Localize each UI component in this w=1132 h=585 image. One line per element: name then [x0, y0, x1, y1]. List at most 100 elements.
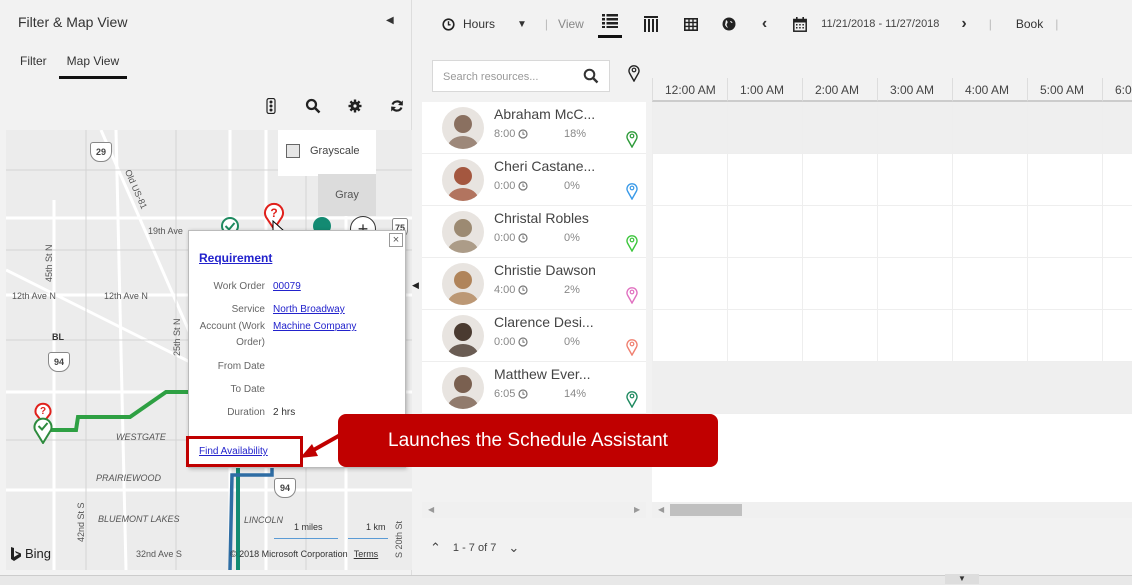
- schedule-row[interactable]: [652, 102, 1132, 154]
- resource-utilization: 2%: [564, 284, 580, 296]
- schedule-row[interactable]: [652, 258, 1132, 310]
- find-availability-link[interactable]: Find Availability: [199, 446, 268, 457]
- calendar-icon: [793, 16, 808, 32]
- view-list-button[interactable]: [597, 0, 622, 48]
- map-style-grayscale[interactable]: Grayscale: [286, 144, 360, 158]
- page-down-icon[interactable]: ⌄: [508, 540, 519, 556]
- scroll-left-icon[interactable]: ◀: [428, 505, 434, 514]
- interstate-shield: 94: [274, 478, 296, 498]
- map-label: PRAIRIEWOOD: [96, 473, 162, 483]
- bing-logo: Bing: [10, 546, 51, 561]
- map-label: LINCOLN: [244, 515, 284, 525]
- close-popup-button[interactable]: ×: [389, 233, 403, 247]
- panel-title: Filter & Map View: [18, 14, 128, 30]
- resource-row[interactable]: Abraham McC... 8:00 18%: [422, 102, 646, 154]
- work-order-link[interactable]: 00079: [273, 279, 301, 295]
- find-availability-highlight: Find Availability: [186, 436, 303, 467]
- schedule-row[interactable]: [652, 362, 1132, 414]
- callout-text: Launches the Schedule Assistant: [388, 429, 668, 451]
- schedule-grid: 12:00 AM 1:00 AM 2:00 AM 3:00 AM 4:00 AM 5:00…: [652, 52, 1132, 502]
- date-range[interactable]: 11/21/2018 - 11/27/2018: [821, 18, 939, 30]
- refresh-icon[interactable]: [376, 96, 418, 116]
- vertical-view-icon: [643, 16, 658, 32]
- divider: |: [988, 17, 992, 31]
- map-pin-icon[interactable]: [626, 234, 638, 257]
- traffic-icon[interactable]: [250, 96, 292, 116]
- field-label: To Date: [230, 384, 265, 395]
- tab-filter[interactable]: Filter: [20, 54, 47, 79]
- map-toolbar: [250, 96, 418, 116]
- calendar-button[interactable]: [793, 0, 808, 48]
- scale-bar-miles: [274, 538, 338, 539]
- schedule-row[interactable]: [652, 206, 1132, 258]
- chevron-right-icon: ›: [961, 15, 967, 32]
- scroll-left-icon[interactable]: ◀: [658, 505, 664, 514]
- popup-field-from-date: From Date: [189, 359, 407, 375]
- resource-row[interactable]: Christie Dawson 4:00 2%: [422, 258, 646, 310]
- resource-row[interactable]: Christal Robles 0:00 0%: [422, 206, 646, 258]
- map-style-gray-button[interactable]: Gray: [318, 174, 376, 216]
- page-up-icon[interactable]: ⌃: [430, 540, 441, 556]
- gear-icon[interactable]: [334, 96, 376, 116]
- globe-icon: [722, 17, 736, 31]
- map-pin-icon[interactable]: [626, 390, 638, 413]
- avatar: [442, 159, 484, 201]
- avatar: [442, 107, 484, 149]
- clock-icon: [518, 285, 529, 295]
- tab-map-view[interactable]: Map View: [58, 54, 128, 79]
- field-label: Service: [231, 304, 265, 315]
- map-pin-icon[interactable]: [626, 182, 638, 205]
- schedule-board: Hours ▼ | View ‹ 11/21/2018 - 11/27/2018…: [420, 0, 1132, 575]
- clock-icon: [518, 181, 529, 191]
- resource-list: Abraham McC... 8:00 18% Cheri Castane... 0:0…: [422, 102, 646, 414]
- time-header: 12:00 AM: [652, 78, 727, 102]
- location-filter-icon[interactable]: [628, 64, 640, 87]
- panel-splitter-arrow-icon[interactable]: ◀: [412, 280, 420, 298]
- resource-hours: 8:00: [494, 128, 529, 140]
- resource-row[interactable]: Matthew Ever... 6:05 14%: [422, 362, 646, 414]
- resource-name: Christie Dawson: [494, 262, 596, 278]
- svg-text:?: ?: [270, 206, 277, 220]
- hours-dropdown[interactable]: Hours ▼: [442, 0, 527, 48]
- map-label: S 20th St: [394, 520, 404, 558]
- map-pin-icon[interactable]: [626, 286, 638, 309]
- scale-miles: 1 miles: [294, 522, 323, 532]
- next-range-button[interactable]: ›: [961, 0, 966, 48]
- resource-row[interactable]: Clarence Desi... 0:00 0%: [422, 310, 646, 362]
- terms-link[interactable]: Terms: [354, 549, 379, 559]
- requirement-title-link[interactable]: Requirement: [199, 251, 272, 265]
- schedule-row[interactable]: [652, 310, 1132, 362]
- filter-map-panel: Filter & Map View ◀ Filter Map View 29 9…: [0, 0, 412, 575]
- previous-range-button[interactable]: ‹: [762, 0, 767, 48]
- collapse-panel-icon[interactable]: ◀: [386, 15, 394, 26]
- account-link[interactable]: Machine Company: [273, 319, 356, 351]
- field-value: 2 hrs: [273, 407, 296, 418]
- view-grid-button[interactable]: [683, 0, 698, 48]
- search-icon[interactable]: [292, 96, 334, 116]
- scheduled-pin-icon[interactable]: [33, 416, 53, 449]
- map-pin-icon[interactable]: [626, 338, 638, 361]
- page-info: 1 - 7 of 7: [452, 542, 497, 554]
- schedule-row[interactable]: [652, 154, 1132, 206]
- map-pin-icon[interactable]: [626, 130, 638, 153]
- schedule-horizontal-scrollbar[interactable]: ◀: [652, 502, 1132, 518]
- chevron-left-icon: ‹: [761, 15, 768, 32]
- resource-name: Clarence Desi...: [494, 314, 594, 330]
- search-icon[interactable]: [583, 68, 599, 87]
- resource-row[interactable]: Cheri Castane... 0:00 0%: [422, 154, 646, 206]
- resource-hours: 0:00: [494, 232, 529, 244]
- book-button[interactable]: Book: [1016, 17, 1043, 31]
- view-columns-button[interactable]: [643, 0, 658, 48]
- grid-header: 12:00 AM 1:00 AM 2:00 AM 3:00 AM 4:00 AM 5:00…: [652, 52, 1132, 102]
- search-resources-input[interactable]: Search resources...: [432, 60, 610, 92]
- map-view-button[interactable]: [722, 0, 736, 48]
- resource-name: Cheri Castane...: [494, 158, 596, 174]
- service-link[interactable]: North Broadway: [273, 302, 345, 318]
- time-header: 5:00 AM: [1027, 78, 1102, 102]
- scroll-right-icon[interactable]: ▶: [634, 505, 640, 514]
- time-header: 1:00 AM: [727, 78, 802, 102]
- resource-horizontal-scrollbar[interactable]: ◀ ▶: [422, 502, 646, 518]
- expand-panel-icon[interactable]: ▼: [945, 574, 979, 584]
- field-label: Duration: [227, 407, 265, 418]
- scrollbar-thumb[interactable]: [670, 504, 742, 516]
